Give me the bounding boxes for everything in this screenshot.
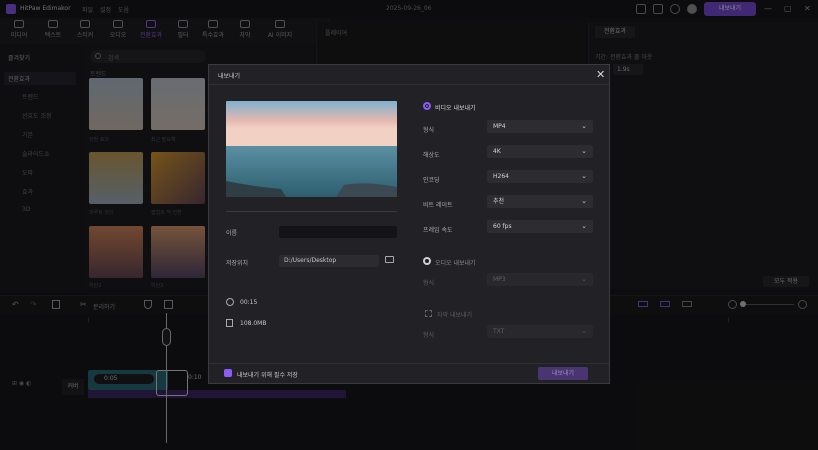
- save-settings-checkbox[interactable]: [224, 369, 232, 377]
- audio-export-radio[interactable]: [423, 257, 431, 265]
- format-select[interactable]: MP4 ⌄: [487, 120, 593, 133]
- export-duration: 00:15: [240, 299, 258, 306]
- resolution-label: 해상도: [423, 152, 440, 159]
- close-icon[interactable]: ✕: [596, 68, 605, 81]
- clock-icon: [226, 298, 234, 306]
- bitrate-label: 비트 레이트: [423, 202, 453, 209]
- subtitle-export-checkbox[interactable]: [425, 310, 432, 317]
- export-dialog: 내보내기 ✕ 이름 저장위치 D:/Users/Desktop 00:15 10…: [208, 64, 610, 384]
- resolution-select[interactable]: 4K ⌄: [487, 145, 593, 158]
- save-path-input[interactable]: D:/Users/Desktop: [279, 255, 379, 267]
- export-file-size: 108.0MB: [240, 320, 267, 327]
- encoder-label: 인코딩: [423, 177, 440, 184]
- format-label: 형식: [423, 127, 435, 134]
- subtitle-format-label: 형식: [423, 332, 435, 339]
- name-input[interactable]: [279, 226, 397, 238]
- chevron-down-icon: ⌄: [581, 147, 587, 155]
- chevron-down-icon: ⌄: [581, 327, 587, 335]
- export-preview-image: [226, 101, 397, 197]
- folder-icon[interactable]: [385, 256, 394, 263]
- subtitle-format-select[interactable]: TXT ⌄: [487, 325, 593, 338]
- divider: [226, 211, 397, 212]
- subtitle-export-label: 자막 내보내기: [437, 312, 473, 319]
- chevron-down-icon: ⌄: [581, 197, 587, 205]
- audio-format-select[interactable]: MP3 ⌄: [487, 273, 593, 286]
- dialog-header: [209, 65, 609, 85]
- video-export-radio[interactable]: [423, 102, 431, 110]
- path-label: 저장위치: [226, 260, 249, 267]
- framerate-select[interactable]: 60 fps ⌄: [487, 220, 593, 233]
- export-button[interactable]: 내보내기: [538, 367, 588, 380]
- save-settings-label: 내보내기 위해 필수 저장: [237, 372, 298, 379]
- chevron-down-icon: ⌄: [581, 172, 587, 180]
- video-export-label: 비디오 내보내기: [435, 105, 476, 112]
- chevron-down-icon: ⌄: [581, 222, 587, 230]
- name-label: 이름: [226, 230, 238, 237]
- chevron-down-icon: ⌄: [581, 122, 587, 130]
- audio-export-label: 오디오 내보내기: [435, 260, 476, 267]
- dialog-title: 내보내기: [218, 73, 241, 80]
- audio-format-label: 형식: [423, 280, 435, 287]
- bitrate-select[interactable]: 추천 ⌄: [487, 195, 593, 208]
- encoder-select[interactable]: H264 ⌄: [487, 170, 593, 183]
- chevron-down-icon: ⌄: [581, 275, 587, 283]
- file-size-icon: [226, 319, 233, 327]
- framerate-label: 프레임 속도: [423, 227, 453, 234]
